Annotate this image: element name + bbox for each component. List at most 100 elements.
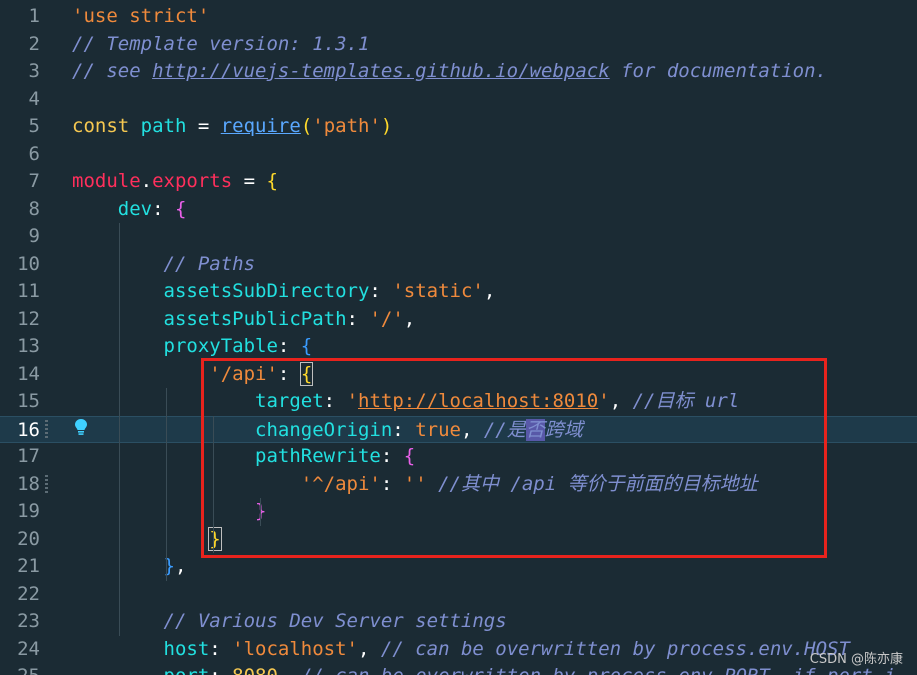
code-token: assetsPublicPath: [72, 307, 347, 330]
code-text: // Template version: 1.3.1: [72, 31, 369, 59]
line-number: 23: [17, 610, 40, 632]
indent-guide: [166, 388, 167, 581]
line-number: 5: [28, 115, 40, 137]
code-text: // Paths: [72, 251, 256, 279]
code-token: const: [72, 115, 141, 137]
code-text: // Various Dev Server settings: [72, 608, 507, 636]
code-token: {: [266, 170, 278, 192]
code-text: dev: {: [72, 196, 187, 224]
code-token: :: [369, 280, 393, 302]
code-token: (: [300, 115, 313, 137]
code-line[interactable]: 9: [0, 223, 917, 251]
line-number: 12: [17, 307, 40, 330]
code-line[interactable]: 13 proxyTable: {: [0, 333, 917, 361]
code-line[interactable]: 12 assetsPublicPath: '/',: [0, 306, 917, 334]
line-number: 2: [28, 32, 40, 55]
line-number: 3: [28, 60, 40, 82]
code-text: 'use strict': [72, 3, 209, 31]
code-token: ,: [483, 280, 496, 302]
code-line[interactable]: 11 assetsSubDirectory: 'static',: [0, 278, 917, 306]
line-number: 14: [17, 362, 40, 385]
line-number: 9: [28, 225, 40, 247]
code-token: dev: [72, 197, 153, 220]
code-line[interactable]: 2 // Template version: 1.3.1: [0, 31, 917, 59]
line-number: 4: [28, 87, 40, 110]
line-number: 1: [28, 5, 40, 27]
line-number: 8: [28, 197, 40, 220]
code-text: },: [72, 553, 187, 581]
code-token: module: [72, 170, 141, 192]
code-token: exports: [152, 170, 233, 192]
code-token: ): [380, 115, 393, 137]
line-number: 13: [17, 335, 40, 357]
line-number: 16: [17, 418, 40, 441]
line-number: 17: [17, 445, 40, 467]
line-number: 22: [17, 582, 40, 605]
lightbulb-icon[interactable]: [73, 418, 89, 436]
line-number: 11: [17, 280, 40, 302]
line-number: 20: [17, 527, 40, 550]
code-token: // Template version: 1.3.1: [72, 32, 370, 55]
code-token: port: [72, 665, 210, 675]
code-token: ,: [278, 665, 301, 675]
code-token: :: [209, 637, 233, 660]
line-number: 7: [28, 170, 40, 192]
code-token: 'localhost': [232, 637, 359, 660]
code-line[interactable]: 22: [0, 581, 917, 609]
code-text: }: [72, 526, 222, 554]
code-token: :: [277, 335, 301, 357]
code-token: '/': [369, 307, 404, 330]
line-number: 18: [17, 472, 40, 495]
code-text: port: 8080, // can be overwritten by pro…: [72, 663, 896, 675]
code-text: proxyTable: {: [72, 333, 313, 361]
code-line[interactable]: 6: [0, 141, 917, 169]
code-token: 'path': [312, 115, 381, 137]
code-token: {: [300, 335, 313, 357]
line-number: 6: [28, 142, 40, 165]
gutter-change-marker[interactable]: [45, 419, 48, 439]
code-line[interactable]: 1 'use strict': [0, 3, 917, 31]
code-token: // can be overwritten by process.env.POR…: [301, 665, 896, 675]
gutter-change-marker[interactable]: [45, 474, 48, 494]
code-token: assetsSubDirectory: [72, 280, 370, 302]
code-token: // Various Dev Server settings: [72, 610, 507, 632]
line-number: 24: [17, 637, 40, 660]
code-token: // see: [72, 60, 153, 82]
code-token: .: [140, 170, 153, 192]
code-line[interactable]: 5 const path = require('path'): [0, 113, 917, 141]
code-token: :: [209, 665, 232, 675]
code-text: module.exports = {: [72, 168, 278, 196]
code-token: host: [72, 637, 210, 660]
line-number: 10: [17, 252, 40, 275]
code-token: =: [232, 170, 267, 192]
code-token: ,: [358, 637, 381, 660]
line-number: 21: [17, 555, 40, 577]
code-token: http://vuejs-templates.github.io/webpack: [152, 60, 610, 82]
code-text: host: 'localhost', // can be overwritten…: [72, 636, 850, 664]
code-line[interactable]: 23 // Various Dev Server settings: [0, 608, 917, 636]
code-line[interactable]: 3 // see http://vuejs-templates.github.io…: [0, 58, 917, 86]
code-line[interactable]: 25 port: 8080, // can be overwritten by …: [0, 663, 917, 675]
code-line[interactable]: 24 host: 'localhost', // can be overwrit…: [0, 636, 917, 664]
code-token: :: [346, 307, 370, 330]
code-token: =: [186, 115, 221, 137]
code-text: assetsSubDirectory: 'static',: [72, 278, 496, 306]
code-editor[interactable]: 1 'use strict' 2 // Template version: 1.3.1…: [0, 0, 917, 675]
code-token: // can be overwritten by process.env.HOS…: [380, 637, 850, 660]
code-line[interactable]: 8 dev: {: [0, 196, 917, 224]
code-line[interactable]: 7 module.exports = {: [0, 168, 917, 196]
code-token: {: [174, 197, 187, 220]
code-line[interactable]: 4: [0, 86, 917, 114]
code-text: // see http://vuejs-templates.github.io/…: [72, 58, 827, 86]
code-token: 'use strict': [72, 5, 210, 27]
line-number: 25: [0, 663, 40, 675]
code-token: proxyTable: [72, 335, 278, 357]
code-token: // Paths: [72, 252, 256, 275]
code-line[interactable]: 10 // Paths: [0, 251, 917, 279]
code-token: require: [220, 115, 301, 137]
code-token: for documentation.: [609, 60, 827, 82]
code-token: path: [140, 115, 187, 137]
code-token: 8080: [232, 665, 278, 675]
